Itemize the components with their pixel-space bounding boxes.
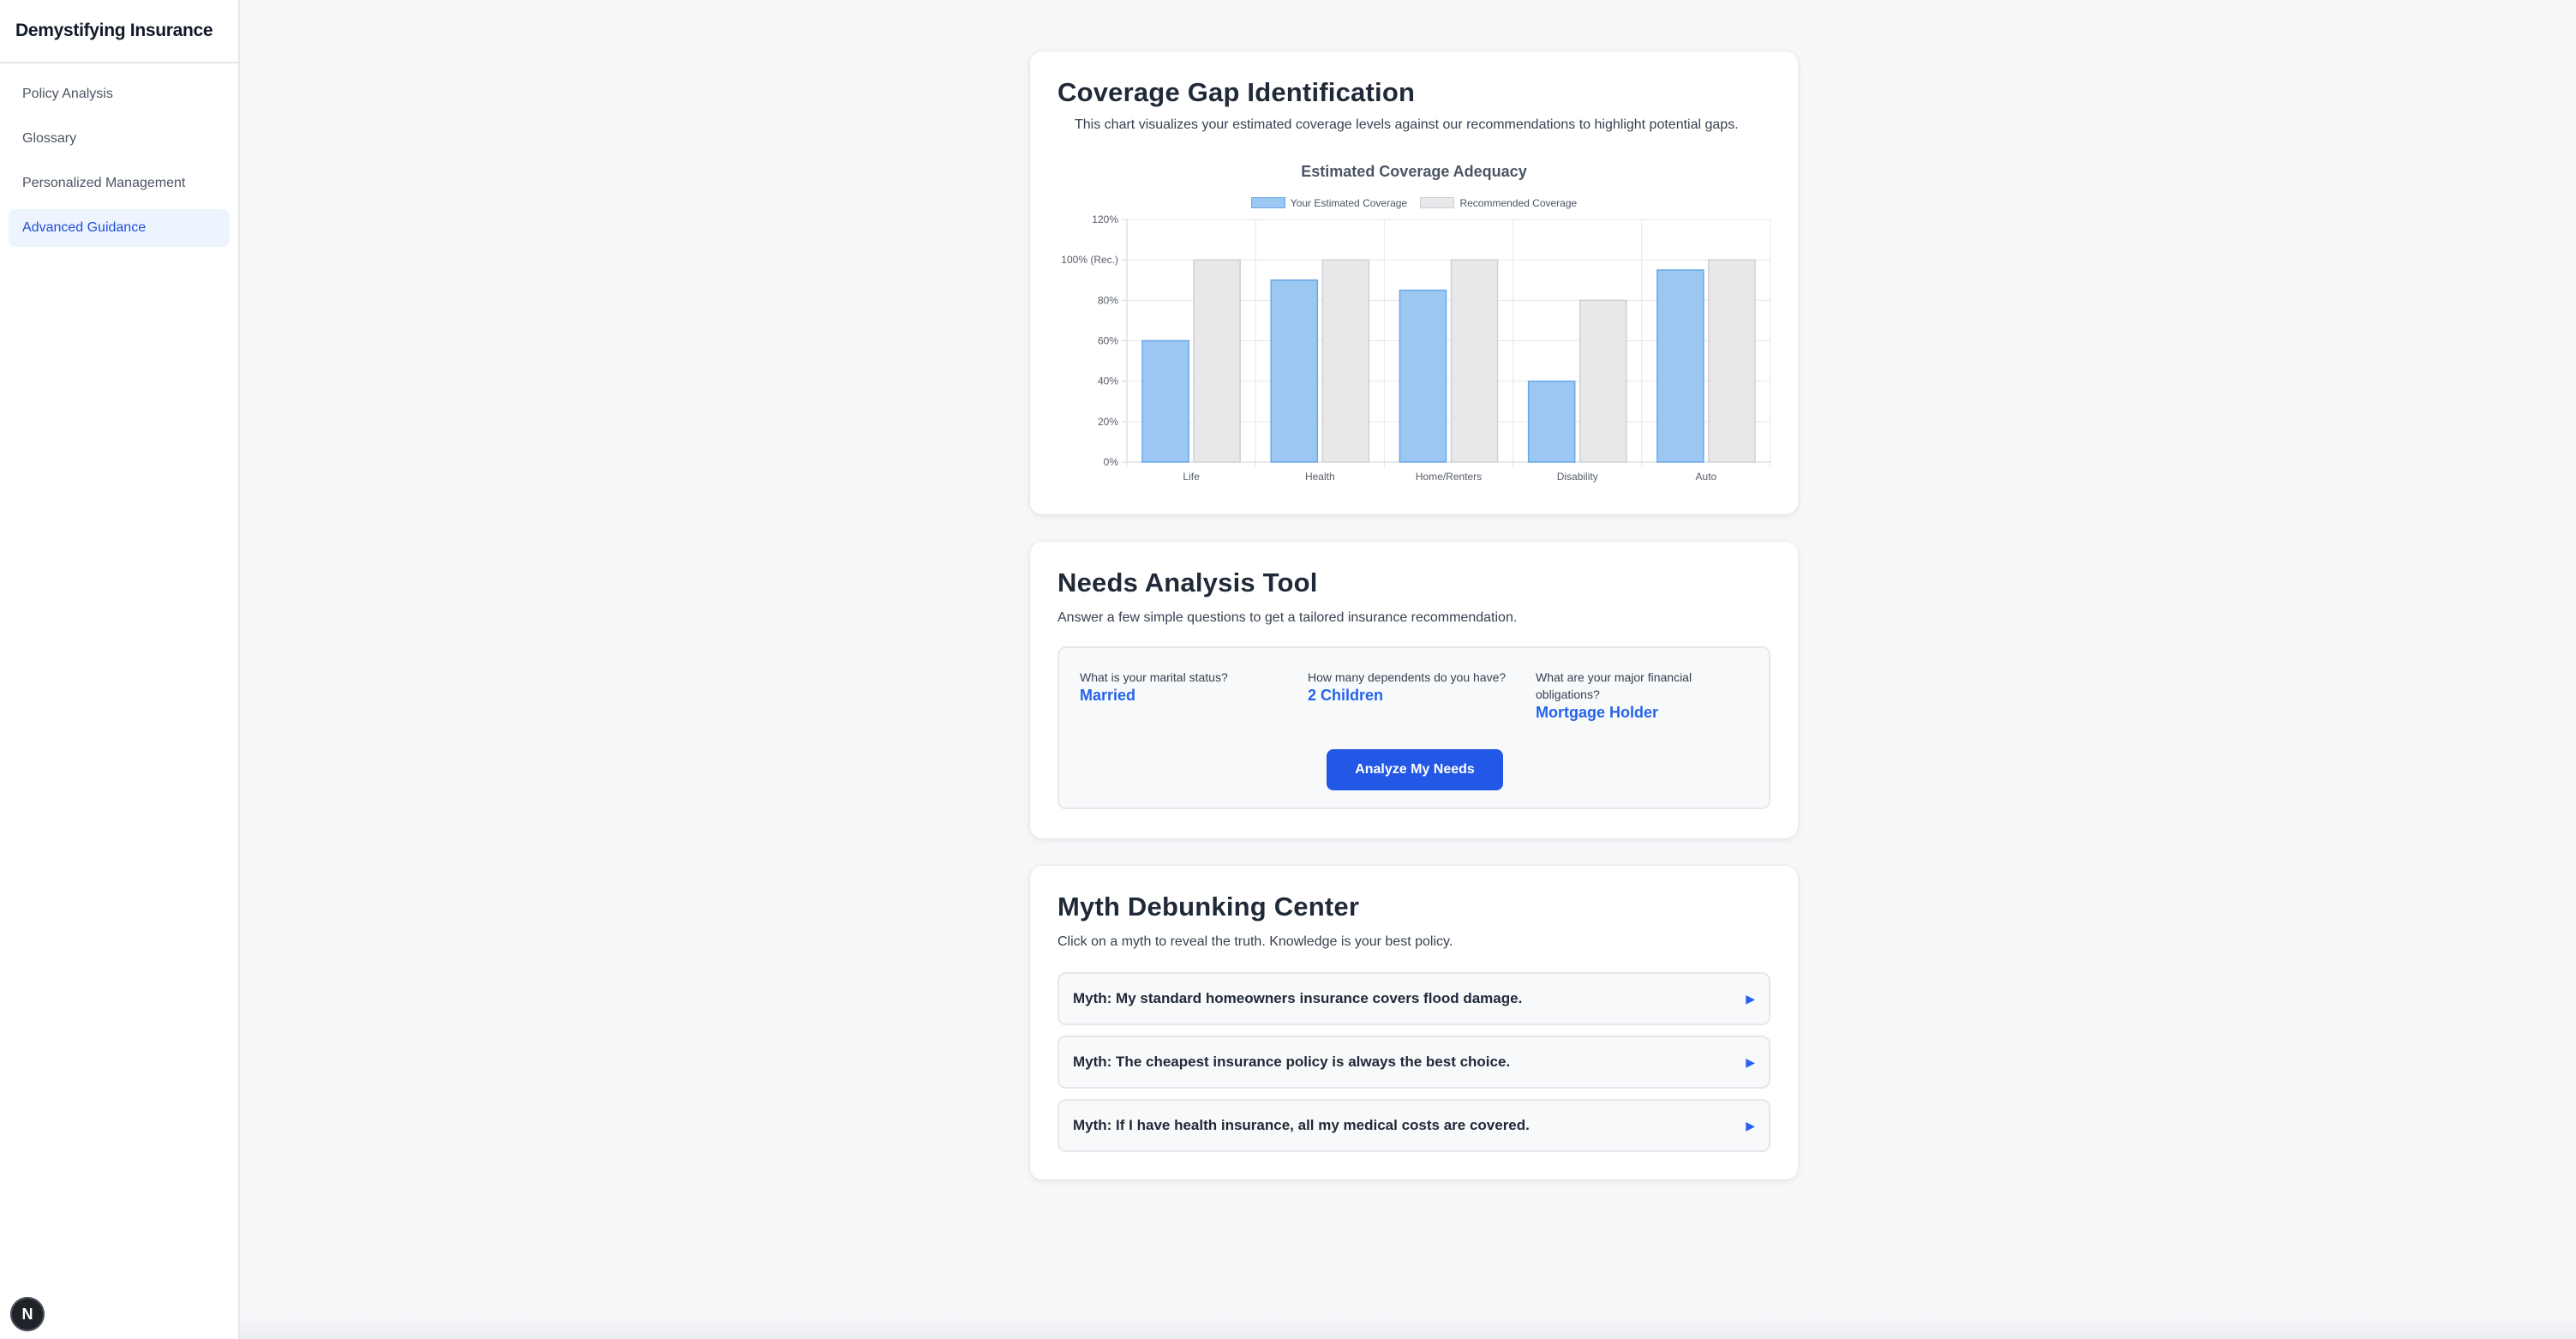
question-answer[interactable]: Married: [1080, 687, 1285, 705]
needs-analysis-card: Needs Analysis Tool Answer a few simple …: [1030, 542, 1798, 838]
myth-text: Myth: The cheapest insurance policy is a…: [1073, 1054, 1511, 1070]
question-label: What is your marital status?: [1080, 670, 1228, 684]
y-tick-label: 20%: [1098, 416, 1118, 428]
question-dependents: How many dependents do you have? 2 Child…: [1308, 669, 1513, 705]
sidebar-item-personalized-management[interactable]: Personalized Management: [9, 165, 230, 202]
app-title: Demystifying Insurance: [0, 0, 238, 63]
y-tick-label: 80%: [1098, 294, 1118, 306]
framework-badge-icon[interactable]: N: [10, 1297, 45, 1331]
question-answer[interactable]: 2 Children: [1308, 687, 1513, 705]
question-label: How many dependents do you have?: [1308, 670, 1507, 684]
question-marital-status: What is your marital status? Married: [1080, 669, 1285, 705]
myth-text: Myth: If I have health insurance, all my…: [1073, 1117, 1530, 1133]
triangle-right-icon: ▶: [1746, 1055, 1755, 1069]
bar-recommended-disability: [1579, 299, 1627, 463]
x-tick-label: Auto: [1696, 471, 1717, 483]
x-tick-label: Life: [1183, 471, 1200, 483]
coverage-bar-chart: 0% 20% 40% 60% 80% 100% (Rec.) 120% Life Health H…: [1061, 213, 1771, 483]
sidebar-item-policy-analysis[interactable]: Policy Analysis: [9, 75, 230, 113]
sidebar: Demystifying Insurance Policy Analysis G…: [0, 0, 240, 1339]
myth-item[interactable]: Myth: My standard homeowners insurance c…: [1057, 972, 1770, 1025]
myth-text: Myth: My standard homeowners insurance c…: [1073, 990, 1523, 1006]
x-tick-label: Disability: [1557, 471, 1598, 483]
myth-debunking-subtitle: Click on a myth to reveal the truth. Kno…: [1057, 934, 1453, 949]
myth-item[interactable]: Myth: If I have health insurance, all my…: [1057, 1099, 1770, 1152]
bar-estimated-home-renters: [1399, 289, 1447, 463]
x-tick-label: Health: [1305, 471, 1335, 483]
needs-questions-panel: What is your marital status? Married How…: [1057, 646, 1770, 809]
bar-estimated-life: [1141, 339, 1189, 463]
y-tick-label: 0%: [1104, 456, 1119, 468]
needs-analysis-title: Needs Analysis Tool: [1057, 567, 1318, 597]
bar-recommended-auto: [1708, 259, 1756, 463]
question-answer[interactable]: Mortgage Holder: [1536, 704, 1741, 722]
bar-estimated-disability: [1527, 380, 1576, 463]
sidebar-nav: Policy Analysis Glossary Personalized Ma…: [0, 63, 238, 266]
y-tick-label: 60%: [1098, 335, 1118, 347]
question-financial-obligations: What are your major financial obligation…: [1536, 669, 1741, 722]
x-tick-label: Home/Renters: [1416, 471, 1482, 483]
sidebar-item-advanced-guidance[interactable]: Advanced Guidance: [9, 209, 230, 247]
y-tick-label: 40%: [1098, 375, 1118, 387]
bar-estimated-health: [1270, 279, 1319, 463]
myth-debunking-card: Myth Debunking Center Click on a myth to…: [1030, 866, 1798, 1180]
analyze-needs-button[interactable]: Analyze My Needs: [1327, 749, 1503, 790]
bar-recommended-home-renters: [1450, 259, 1499, 463]
myth-debunking-title: Myth Debunking Center: [1057, 892, 1360, 922]
coverage-gap-card: Coverage Gap Identification This chart v…: [1030, 51, 1798, 514]
question-label: What are your major financial obligation…: [1536, 670, 1692, 701]
bar-recommended-health: [1321, 259, 1370, 463]
y-tick-label: 120%: [1092, 213, 1118, 225]
sidebar-item-glossary[interactable]: Glossary: [9, 120, 230, 158]
triangle-right-icon: ▶: [1746, 1119, 1755, 1132]
bar-estimated-auto: [1656, 269, 1704, 463]
needs-analysis-subtitle: Answer a few simple questions to get a t…: [1057, 610, 1518, 625]
y-tick-label: 100% (Rec.): [1061, 254, 1118, 266]
bar-recommended-life: [1193, 259, 1241, 463]
triangle-right-icon: ▶: [1746, 992, 1755, 1006]
myth-item[interactable]: Myth: The cheapest insurance policy is a…: [1057, 1036, 1770, 1089]
bottom-fade: [240, 1315, 2576, 1339]
